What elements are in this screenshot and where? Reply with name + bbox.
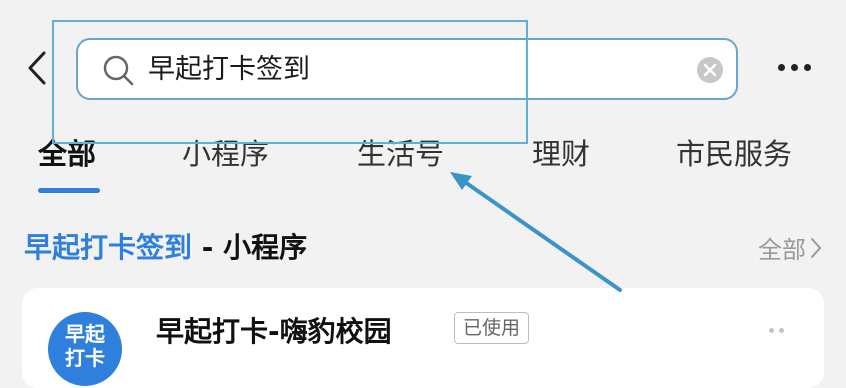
tab-wealth[interactable]: 理财 [532,132,590,176]
tab-citizen-services[interactable]: 市民服务 [676,132,792,176]
result-card[interactable]: 早起 打卡 早起打卡-嗨豹校园 已使用 [22,288,824,388]
active-tab-indicator [38,188,100,193]
search-input[interactable]: 早起打卡签到 [148,50,310,90]
chevron-right-icon [811,237,821,258]
section-see-all-link[interactable]: 全部 [758,230,822,265]
see-all-label: 全部 [758,236,806,264]
tab-mini-programs[interactable]: 小程序 [182,132,269,176]
search-box[interactable]: 早起打卡签到 [76,38,738,100]
category-tabs: 全部 小程序 生活号 理财 市民服务 [0,132,846,194]
tab-life-accounts[interactable]: 生活号 [357,132,444,176]
more-options-button[interactable] [774,55,814,79]
more-dot-icon [790,63,798,71]
more-dot-icon [779,328,784,333]
app-logo-line2: 打卡 [65,346,105,370]
used-badge: 已使用 [454,312,530,344]
more-dot-icon [803,63,811,71]
more-dot-icon [777,63,785,71]
card-more-button[interactable] [769,328,784,333]
app-logo: 早起 打卡 [48,312,122,386]
clear-icon[interactable] [696,56,724,84]
app-name: 早起打卡-嗨豹校园 [156,315,392,348]
section-title-suffix: - 小程序 [192,231,308,264]
more-dot-icon [769,328,774,333]
section-title: 早起打卡签到 - 小程序 [24,226,307,266]
chevron-left-icon [28,51,46,85]
search-icon [103,55,134,86]
app-logo-line1: 早起 [65,322,105,346]
top-bar: 早起打卡签到 [0,0,846,130]
section-title-keyword: 早起打卡签到 [24,231,193,264]
section-header: 早起打卡签到 - 小程序 全部 [0,222,846,272]
tab-all[interactable]: 全部 [38,132,96,176]
back-button[interactable] [22,46,52,90]
